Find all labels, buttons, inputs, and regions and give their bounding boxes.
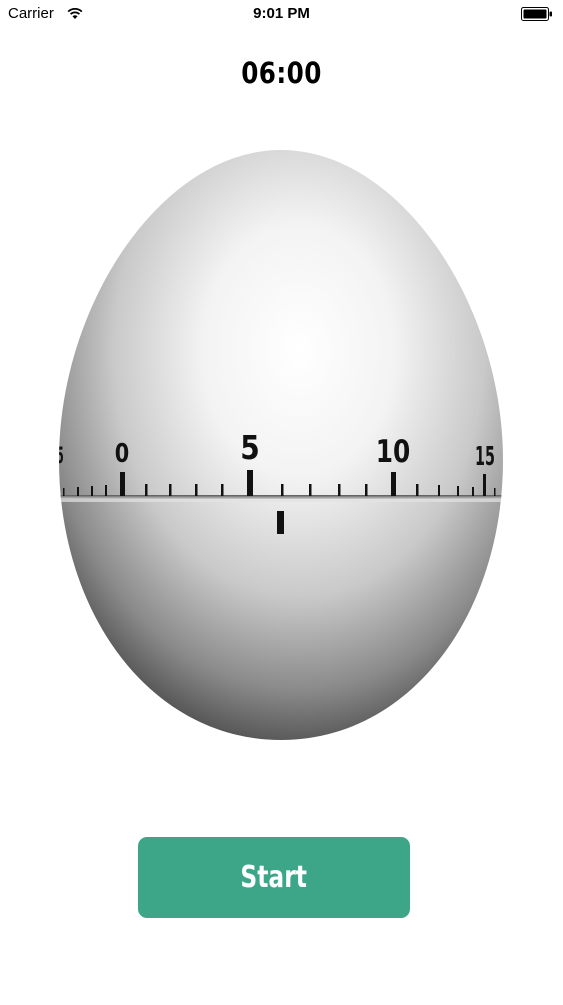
dial-label-10: 10 [376, 433, 411, 469]
dial-label-5: 5 [240, 430, 260, 468]
indicator-mark [277, 511, 284, 534]
dial-label-0: 0 [115, 438, 129, 469]
start-button-label: Start [240, 860, 308, 895]
dial-label-15: 15 [475, 441, 495, 471]
dial-label-5-left: 5 [56, 444, 64, 469]
start-button[interactable]: Start [138, 837, 410, 918]
